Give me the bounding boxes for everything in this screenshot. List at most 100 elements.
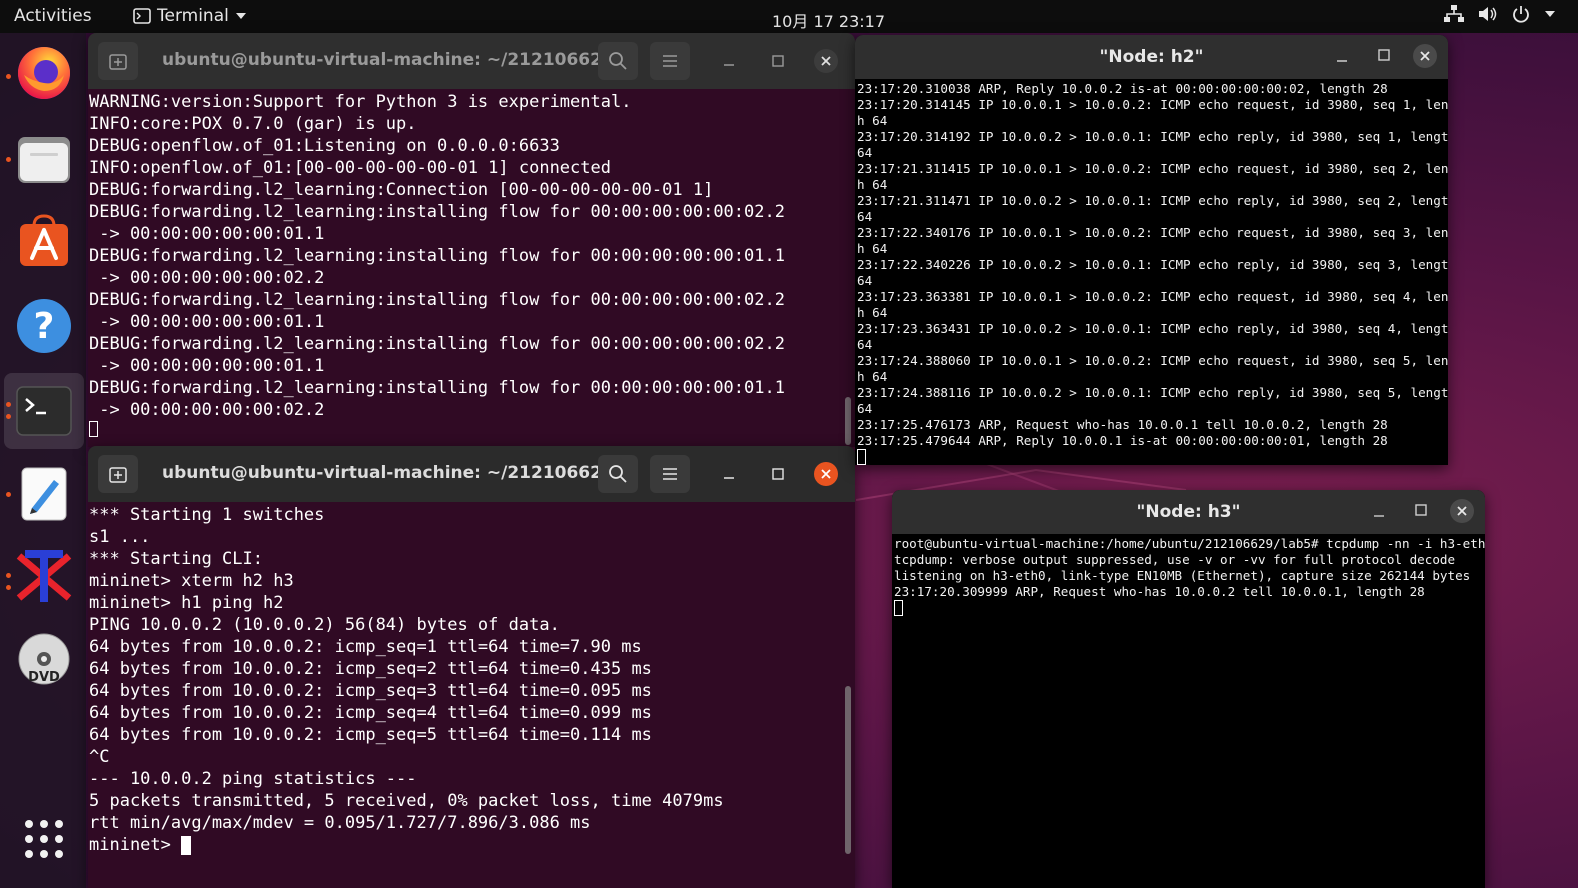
- output-line: -> 00:00:00:00:00:02.2: [89, 268, 325, 288]
- text-cursor: [894, 600, 903, 616]
- terminal-output[interactable]: *** Starting 1 switches s1 ... *** Startin…: [88, 502, 855, 856]
- output-line: 23:17:25.479644 ARP, Reply 10.0.0.1 is-a…: [857, 433, 1388, 448]
- output-line: -> 00:00:00:00:00:01.1: [89, 356, 325, 376]
- menu-button[interactable]: [650, 455, 690, 493]
- window-title: ubuntu@ubuntu-virtual-machine: ~/2121066…: [162, 463, 622, 483]
- xterm-window-h3[interactable]: "Node: h3" root@ubuntu-virtual-machine:/…: [892, 490, 1485, 888]
- dvd-icon[interactable]: DVD: [14, 631, 74, 691]
- terminal-window-pox[interactable]: ubuntu@ubuntu-virtual-machine: ~/2121066…: [88, 33, 855, 447]
- output-line: mininet> h1 ping h2: [89, 593, 284, 613]
- output-line: rtt min/avg/max/mdev = 0.095/1.727/7.896…: [89, 813, 591, 833]
- search-button[interactable]: [598, 455, 638, 493]
- show-apps-icon[interactable]: [14, 809, 74, 869]
- output-line: -> 00:00:00:00:00:01.1: [89, 312, 325, 332]
- software-icon[interactable]: [14, 212, 74, 272]
- output-line: *** Starting CLI:: [89, 549, 263, 569]
- search-icon: [609, 52, 627, 70]
- maximize-button[interactable]: [767, 50, 789, 72]
- maximize-icon: [1378, 49, 1390, 61]
- scrollbar[interactable]: [845, 686, 851, 854]
- close-button[interactable]: [814, 462, 838, 486]
- maximize-icon: [772, 55, 784, 67]
- top-bar: Activities Terminal 10月 17 23:17: [0, 0, 1578, 33]
- new-tab-icon: [109, 54, 127, 70]
- xterm-output[interactable]: root@ubuntu-virtual-machine:/home/ubuntu…: [892, 534, 1485, 616]
- minimize-button[interactable]: [718, 50, 740, 72]
- chevron-down-icon: [235, 13, 246, 19]
- text-editor-icon[interactable]: [14, 464, 74, 524]
- xterm-window-h2[interactable]: "Node: h2" 23:17:20.310038 ARP, Reply 10…: [855, 35, 1448, 465]
- output-line: -> 00:00:00:00:00:01.1: [89, 224, 325, 244]
- maximize-icon: [1415, 504, 1427, 516]
- window-titlebar[interactable]: "Node: h3": [892, 490, 1485, 534]
- output-line: PING 10.0.0.2 (10.0.0.2) 56(84) bytes of…: [89, 615, 560, 635]
- window-titlebar[interactable]: ubuntu@ubuntu-virtual-machine: ~/2121066…: [88, 33, 855, 89]
- output-line: ^C: [89, 747, 110, 767]
- output-line: h 64: [857, 113, 888, 128]
- new-tab-button[interactable]: [98, 455, 138, 493]
- maximize-button[interactable]: [1410, 499, 1432, 521]
- help-icon[interactable]: ?: [14, 296, 74, 356]
- volume-icon: [1479, 7, 1497, 21]
- minimize-button[interactable]: [1368, 501, 1390, 523]
- terminal-output[interactable]: WARNING:version:Support for Python 3 is …: [88, 89, 855, 443]
- system-tray[interactable]: [1444, 5, 1556, 23]
- running-indicator: [6, 414, 11, 419]
- maximize-button[interactable]: [1373, 44, 1395, 66]
- hamburger-menu-icon: [663, 468, 677, 480]
- firefox-icon[interactable]: [14, 43, 74, 103]
- output-line: 23:17:24.388116 IP 10.0.0.2 > 10.0.0.1: …: [857, 385, 1448, 400]
- close-button[interactable]: [1413, 44, 1437, 68]
- xterm-output[interactable]: 23:17:20.310038 ARP, Reply 10.0.0.2 is-a…: [855, 79, 1448, 465]
- terminal-window-mininet[interactable]: ubuntu@ubuntu-virtual-machine: ~/2121066…: [88, 446, 855, 888]
- text-cursor: [857, 449, 866, 465]
- output-line: DEBUG:forwarding.l2_learning:installing …: [89, 202, 785, 222]
- window-title: "Node: h2": [1099, 47, 1204, 67]
- output-line: DEBUG:openflow.of_01:Listening on 0.0.0.…: [89, 136, 560, 156]
- files-icon[interactable]: [14, 129, 74, 189]
- output-line: DEBUG:forwarding.l2_learning:installing …: [89, 334, 785, 354]
- minimize-button[interactable]: [1331, 46, 1353, 68]
- output-line: 23:17:21.311471 IP 10.0.0.2 > 10.0.0.1: …: [857, 193, 1448, 208]
- activities-button[interactable]: Activities: [14, 6, 92, 26]
- output-line: h 64: [857, 177, 888, 192]
- output-line: mininet> xterm h2 h3: [89, 571, 294, 591]
- minimize-button[interactable]: [718, 463, 740, 485]
- output-line: 23:17:22.340226 IP 10.0.0.2 > 10.0.0.1: …: [857, 257, 1448, 272]
- minimize-icon: [1337, 60, 1347, 62]
- output-line: 23:17:25.476173 ARP, Request who-has 10.…: [857, 417, 1388, 432]
- output-line: tcpdump: verbose output suppressed, use …: [894, 552, 1456, 567]
- maximize-button[interactable]: [767, 463, 789, 485]
- output-line: 5 packets transmitted, 5 received, 0% pa…: [89, 791, 724, 811]
- new-tab-button[interactable]: [98, 42, 138, 80]
- prompt-line[interactable]: mininet>: [89, 834, 855, 856]
- xterm-icon[interactable]: [14, 547, 74, 607]
- scrollbar[interactable]: [845, 397, 851, 445]
- app-menu[interactable]: Terminal: [133, 6, 247, 26]
- output-line: 23:17:20.314192 IP 10.0.0.2 > 10.0.0.1: …: [857, 129, 1448, 144]
- search-button[interactable]: [598, 42, 638, 80]
- app-menu-label: Terminal: [157, 6, 229, 26]
- clock[interactable]: 10月 17 23:17: [772, 8, 885, 32]
- output-line: 23:17:22.340176 IP 10.0.0.1 > 10.0.0.2: …: [857, 225, 1448, 240]
- window-titlebar[interactable]: ubuntu@ubuntu-virtual-machine: ~/2121066…: [88, 446, 855, 502]
- running-indicator: [6, 585, 11, 590]
- output-line: 64 bytes from 10.0.0.2: icmp_seq=2 ttl=6…: [89, 659, 652, 679]
- output-line: 64: [857, 401, 873, 416]
- window-title: ubuntu@ubuntu-virtual-machine: ~/2121066…: [162, 50, 622, 70]
- output-line: 64 bytes from 10.0.0.2: icmp_seq=5 ttl=6…: [89, 725, 652, 745]
- window-titlebar[interactable]: "Node: h2": [855, 35, 1448, 79]
- output-line: 64: [857, 145, 873, 160]
- terminal-icon[interactable]: [14, 381, 74, 441]
- output-line: 23:17:23.363381 IP 10.0.0.1 > 10.0.0.2: …: [857, 289, 1448, 304]
- prompt-text: mininet>: [89, 835, 182, 855]
- output-line: 23:17:20.314145 IP 10.0.0.1 > 10.0.0.2: …: [857, 97, 1448, 112]
- output-line: root@ubuntu-virtual-machine:/home/ubuntu…: [894, 536, 1485, 551]
- output-line: 23:17:20.310038 ARP, Reply 10.0.0.2 is-a…: [857, 81, 1388, 96]
- running-indicator: [6, 573, 11, 578]
- terminal-small-icon: [133, 8, 151, 24]
- output-line: 64 bytes from 10.0.0.2: icmp_seq=4 ttl=6…: [89, 703, 652, 723]
- close-button[interactable]: [1450, 499, 1474, 523]
- menu-button[interactable]: [650, 42, 690, 80]
- close-button[interactable]: [814, 49, 838, 73]
